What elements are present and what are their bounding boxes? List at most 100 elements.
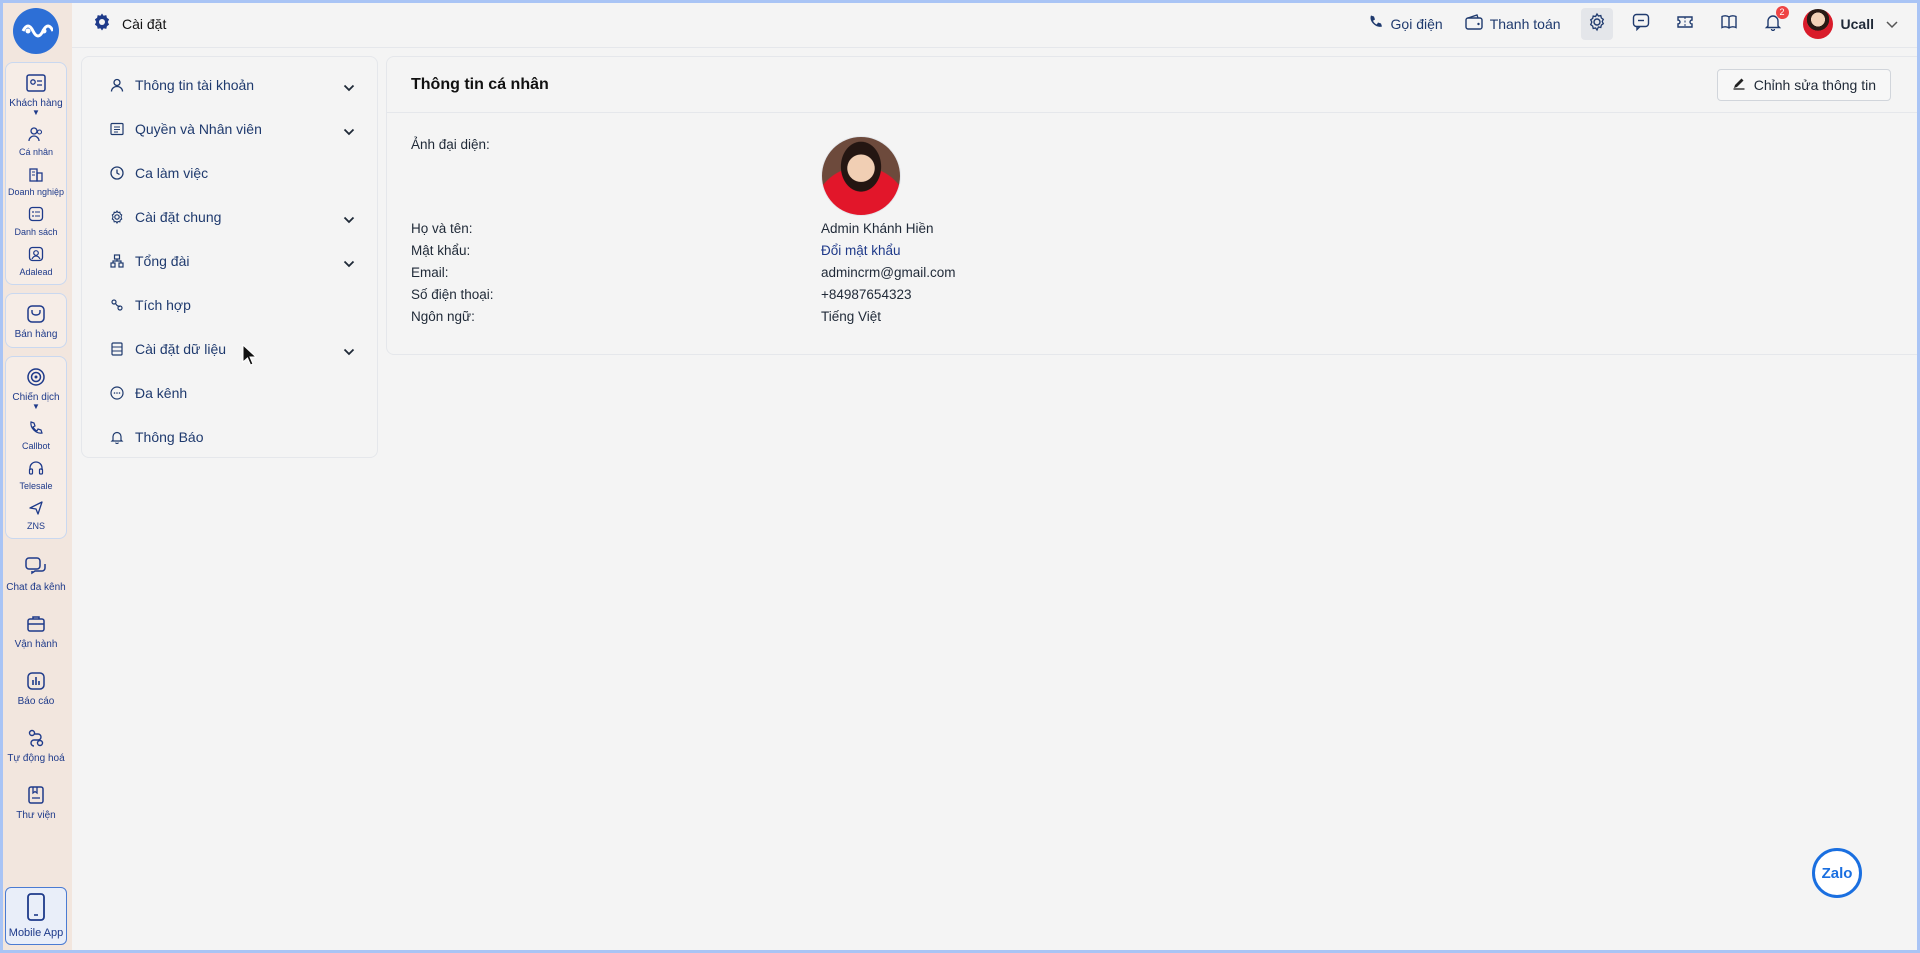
rail-item-zns[interactable]: ZNS (5, 494, 67, 534)
network-icon (109, 253, 125, 269)
field-label-language: Ngôn ngữ: (411, 309, 475, 324)
rail-item-telesale[interactable]: Telesale (5, 454, 67, 494)
profile-avatar (821, 136, 901, 216)
database-icon (109, 341, 125, 357)
app-logo[interactable] (13, 8, 59, 54)
chevron-down-icon[interactable] (343, 211, 355, 224)
target-icon (23, 364, 49, 390)
menu-item-label: Thông tin tài khoản (135, 77, 255, 93)
menu-item-label: Tổng đài (135, 253, 190, 269)
rail-item-callbot[interactable]: Callbot (5, 414, 67, 454)
rail-label: Bán hàng (14, 329, 58, 340)
rail-label: Vận hành (14, 639, 58, 650)
payment-button[interactable]: Thanh toán (1464, 14, 1561, 33)
rail-label: Thư viện (16, 810, 56, 821)
edit-profile-label: Chỉnh sửa thông tin (1753, 76, 1876, 93)
profile-panel: Thông tin cá nhân Chỉnh sửa thông tin Ản… (386, 56, 1920, 355)
mouse-cursor-icon (242, 343, 258, 369)
menu-item-6[interactable]: Tích hợp (82, 283, 377, 327)
rail-item-list[interactable]: Danh sách (5, 200, 67, 240)
zalo-chat-button[interactable]: Zalo (1812, 848, 1862, 898)
chevron-down-icon[interactable] (343, 255, 355, 268)
rail-label: Chat đa kênh (6, 582, 66, 593)
phone-icon (25, 417, 47, 439)
guide-button[interactable] (1713, 8, 1745, 40)
briefcase-icon (23, 611, 49, 637)
gear-icon (1587, 12, 1607, 35)
rail-label: Telesale (19, 481, 53, 491)
menu-item-4[interactable]: Cài đặt chung (82, 195, 377, 239)
store-icon (23, 301, 49, 327)
rail-item-sales[interactable]: Bán hàng (5, 298, 67, 343)
change-password-link[interactable]: Đổi mật khẩu (821, 243, 901, 258)
rail-item-adalead[interactable]: Adalead (5, 240, 67, 280)
field-value-phone: +84987654323 (821, 287, 912, 302)
contact-card-icon (23, 70, 49, 96)
chevron-down-icon[interactable] (343, 343, 355, 356)
menu-item-1[interactable]: Thông tin tài khoản (82, 63, 377, 107)
field-value-language: Tiếng Việt (821, 309, 882, 324)
page-title: Cài đặt (92, 12, 166, 35)
rail-label: Tự động hoá (7, 753, 65, 764)
field-label-email: Email: (411, 265, 449, 280)
rail-item-library[interactable]: Thư viện (5, 779, 67, 824)
headset-icon (25, 457, 47, 479)
ticket-button[interactable] (1669, 8, 1701, 40)
user-square-icon (25, 243, 47, 265)
menu-item-label: Ca làm việc (135, 165, 209, 181)
rail-item-customers[interactable]: Khách hàng ▼ (5, 67, 67, 120)
rail-label: Doanh nghiệp (7, 187, 65, 197)
rail-label: Callbot (21, 441, 50, 451)
rail-item-operations[interactable]: Vận hành (5, 608, 67, 653)
chevron-down-icon[interactable] (343, 123, 355, 136)
menu-item-label: Cài đặt dữ liệu (135, 341, 227, 357)
rail-item-business[interactable]: Doanh nghiệp (5, 160, 67, 200)
rail-item-campaign[interactable]: Chiến dịch ▼ (5, 361, 67, 414)
user-icon (109, 77, 125, 93)
caret-down-icon: ▼ (32, 108, 40, 117)
flow-icon (23, 725, 49, 751)
call-button[interactable]: Gọi điện (1368, 14, 1443, 33)
menu-item-label: Thông Báo (135, 429, 204, 445)
field-value-email: admincrm@gmail.com (821, 265, 956, 280)
send-icon (25, 497, 47, 519)
chevron-down-icon[interactable] (343, 79, 355, 92)
notification-badge: 2 (1775, 5, 1789, 19)
notifications-button[interactable]: 2 (1757, 5, 1789, 40)
menu-item-7[interactable]: Cài đặt dữ liệu (82, 327, 377, 371)
field-label-password: Mật khẩu: (411, 243, 471, 258)
avatar-label: Ảnh đại diện: (411, 137, 490, 152)
chevron-down-icon (1886, 16, 1898, 32)
user-menu[interactable]: Ucall (1802, 8, 1898, 39)
mobile-app-label: Mobile App (8, 927, 64, 939)
menu-item-9[interactable]: Thông Báo (82, 415, 377, 459)
rail-item-reports[interactable]: Báo cáo (5, 665, 67, 710)
list-icon (25, 203, 47, 225)
edit-profile-button[interactable]: Chỉnh sửa thông tin (1716, 68, 1891, 101)
user-name: Ucall (1840, 15, 1874, 32)
sales-group: Bán hàng (5, 293, 67, 348)
panel-header: Thông tin cá nhân Chỉnh sửa thông tin (387, 57, 1919, 113)
menu-item-5[interactable]: Tổng đài (82, 239, 377, 283)
building-icon (25, 163, 47, 185)
caret-down-icon: ▼ (32, 402, 40, 411)
chat-icon (23, 554, 49, 580)
rail-item-automation[interactable]: Tự động hoá (5, 722, 67, 767)
menu-item-8[interactable]: Đa kênh (82, 371, 377, 415)
chart-icon (23, 668, 49, 694)
call-label: Gọi điện (1390, 15, 1443, 32)
messages-button[interactable] (1625, 8, 1657, 40)
panel-title: Thông tin cá nhân (411, 75, 549, 93)
rail-item-personal[interactable]: Cá nhân (5, 120, 67, 160)
rail-item-omnichat[interactable]: Chat đa kênh (5, 551, 67, 596)
rail-label: ZNS (27, 521, 45, 531)
settings-button[interactable] (1580, 7, 1613, 40)
menu-item-2[interactable]: Quyền và Nhân viên (82, 107, 377, 151)
menu-item-label: Cài đặt chung (135, 209, 222, 225)
message-icon (1632, 13, 1650, 34)
mobile-app-button[interactable]: Mobile App (5, 887, 67, 945)
top-header: Cài đặt Gọi điện Thanh toán 2 Ucall (72, 0, 1920, 48)
campaign-group: Chiến dịch ▼ Callbot Telesale ZNS (5, 356, 67, 539)
book-icon (23, 782, 49, 808)
menu-item-3[interactable]: Ca làm việc (82, 151, 377, 195)
